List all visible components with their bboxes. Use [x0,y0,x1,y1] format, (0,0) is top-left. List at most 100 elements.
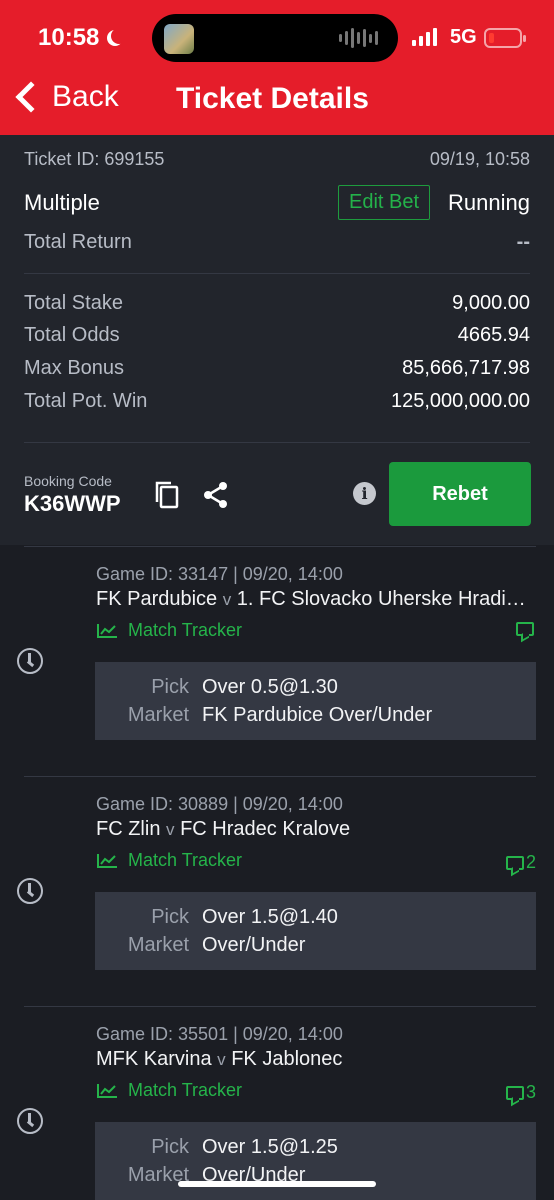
info-icon[interactable]: i [353,482,376,505]
match-name: FC Zlin v FC Hradec Kralove [96,818,528,841]
moon-icon [111,28,127,44]
total-pot-win-row: Total Pot. Win 125,000,000.00 [24,390,530,413]
line-chart-icon [97,1083,117,1098]
ticket-type-row: Multiple Edit Bet Running [24,185,530,220]
home-indicator[interactable] [178,1181,376,1187]
versus-text: v [166,820,175,839]
market-label: Market [127,934,189,956]
total-stake-row: Total Stake 9,000.00 [24,292,530,315]
divider [24,546,536,547]
pick-value: Over 1.5@1.40 [202,906,338,928]
total-return-row: Total Return -- [24,231,530,254]
comments-button[interactable]: 2 [505,852,536,873]
pick-label: Pick [151,676,189,698]
home-team: FK Pardubice [96,588,218,610]
header-bar: 10:58 5G Back Ticket Details [0,0,554,135]
clock-icon [17,878,43,904]
booking-code-label: Booking Code [24,473,112,489]
divider [24,1006,536,1007]
market-label: Market [127,1164,189,1186]
versus-text: v [222,590,232,609]
comments-button[interactable]: 3 [505,1082,536,1103]
total-stake-label: Total Stake [24,292,123,314]
total-pot-win-value: 125,000,000.00 [390,390,530,412]
match-tracker-link[interactable]: Match Tracker [96,850,242,871]
ticket-status: Running [448,189,530,215]
clock-icon [17,648,43,674]
game-info: Game ID: 35501 | 09/20, 14:00 [96,1024,343,1044]
status-time: 10:58 [38,24,121,52]
market-value: FK Pardubice Over/Under [202,704,433,726]
back-label: Back [52,80,119,113]
ticket-id-row: Ticket ID: 699155 09/19, 10:58 [24,149,530,170]
away-team: FC Hradec Kralove [180,818,351,840]
home-team: MFK Karvina [96,1048,212,1070]
divider [24,442,530,443]
max-bonus-label: Max Bonus [24,357,125,379]
comment-count: 2 [525,852,536,872]
pick-value: Over 1.5@1.25 [202,1136,338,1158]
edit-bet-button[interactable]: Edit Bet [338,185,431,220]
max-bonus-row: Max Bonus 85,666,717.98 [24,357,530,380]
comment-count: 3 [525,1082,536,1102]
back-button[interactable]: Back [12,80,119,114]
battery-icon [484,28,526,48]
away-team: FK Jablonec [231,1048,343,1070]
line-chart-icon [97,623,117,638]
total-pot-win-label: Total Pot. Win [24,390,148,412]
match-tracker-label: Match Tracker [128,1080,243,1100]
total-odds-label: Total Odds [24,324,120,346]
game-info: Game ID: 30889 | 09/20, 14:00 [96,794,343,814]
match-name: FK Pardubice v 1. FC Slovacko Uherske Hr… [96,588,528,611]
copy-icon[interactable] [154,480,180,510]
signal-icon [412,28,437,46]
home-team: FC Zlin [96,818,161,840]
comments-button[interactable] [516,622,536,636]
comment-icon [516,622,534,636]
pick-details: Pick Over 0.5@1.30 Market FK Pardubice O… [95,662,536,740]
page-title: Ticket Details [176,82,369,115]
away-team: 1. FC Slovacko Uherske Hradiste [236,588,528,610]
ticket-type: Multiple [24,189,100,215]
divider [24,273,530,274]
match-tracker-label: Match Tracker [128,850,243,870]
total-return-value: -- [516,231,530,253]
divider [24,776,536,777]
match-tracker-link[interactable]: Match Tracker [96,1080,242,1101]
versus-text: v [217,1050,226,1069]
total-odds-row: Total Odds 4665.94 [24,324,530,347]
ticket-datetime: 09/19, 10:58 [429,149,530,169]
match-name: MFK Karvina v FK Jablonec [96,1048,528,1071]
pick-value: Over 0.5@1.30 [202,676,338,698]
match-tracker-label: Match Tracker [128,620,243,640]
clock-text: 10:58 [38,24,100,51]
line-chart-icon [97,853,117,868]
max-bonus-value: 85,666,717.98 [402,357,530,379]
ticket-id: Ticket ID: 699155 [24,149,165,169]
market-row: Market Over/Under [95,934,536,957]
dynamic-island [152,14,398,62]
pick-label: Pick [151,1136,189,1158]
pick-details: Pick Over 1.5@1.40 Market Over/Under [95,892,536,970]
pick-details: Pick Over 1.5@1.25 Market Over/Under [95,1122,536,1200]
pick-label: Pick [151,906,189,928]
clock-icon [17,1108,43,1134]
ticket-summary: Ticket ID: 699155 09/19, 10:58 Multiple … [0,135,554,545]
pick-row: Pick Over 1.5@1.40 [95,906,536,929]
chevron-left-icon [15,81,47,113]
game-info: Game ID: 33147 | 09/20, 14:00 [96,564,343,584]
audio-wave-icon [339,28,378,48]
now-playing-app-icon [164,24,194,54]
rebet-button[interactable]: Rebet [389,462,531,526]
pick-row: Pick Over 1.5@1.25 [95,1136,536,1159]
market-value: Over/Under [202,934,306,956]
comment-icon [505,1085,524,1100]
match-tracker-link[interactable]: Match Tracker [96,620,242,641]
total-odds-value: 4665.94 [457,324,530,346]
total-stake-value: 9,000.00 [452,292,530,314]
share-icon[interactable] [201,480,231,510]
comment-icon [505,855,524,870]
market-label: Market [127,704,189,726]
pick-row: Pick Over 0.5@1.30 [95,676,536,699]
total-return-label: Total Return [24,231,132,253]
